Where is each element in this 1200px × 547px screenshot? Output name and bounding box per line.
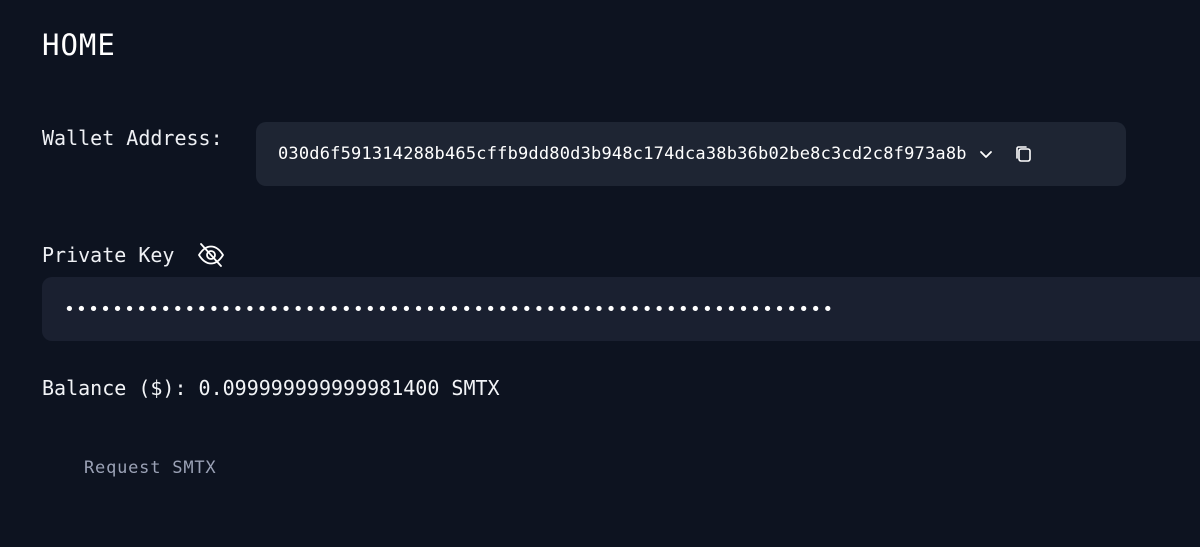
copy-icon[interactable] xyxy=(1011,142,1035,166)
chevron-down-icon[interactable] xyxy=(975,143,997,165)
private-key-masked-value: ••••••••••••••••••••••••••••••••••••••••… xyxy=(64,298,835,320)
balance-label: Balance ($): xyxy=(42,376,187,400)
private-key-field[interactable]: ••••••••••••••••••••••••••••••••••••••••… xyxy=(42,277,1200,341)
private-key-header: Private Key xyxy=(42,240,226,270)
balance-amount: 0.099999999999981400 xyxy=(198,376,440,400)
balance-row: Balance ($): 0.099999999999981400 SMTX xyxy=(42,376,500,400)
request-smtx-button[interactable]: Request SMTX xyxy=(68,450,232,486)
private-key-label: Private Key xyxy=(42,243,175,267)
balance-unit: SMTX xyxy=(451,376,500,400)
page-title: HOME xyxy=(42,28,116,62)
wallet-address-value[interactable]: 030d6f591314288b465cffb9dd80d3b948c174dc… xyxy=(278,144,967,164)
wallet-address-field[interactable]: 030d6f591314288b465cffb9dd80d3b948c174dc… xyxy=(256,122,1126,186)
wallet-address-label: Wallet Address: xyxy=(42,126,223,150)
eye-off-icon[interactable] xyxy=(196,240,226,270)
